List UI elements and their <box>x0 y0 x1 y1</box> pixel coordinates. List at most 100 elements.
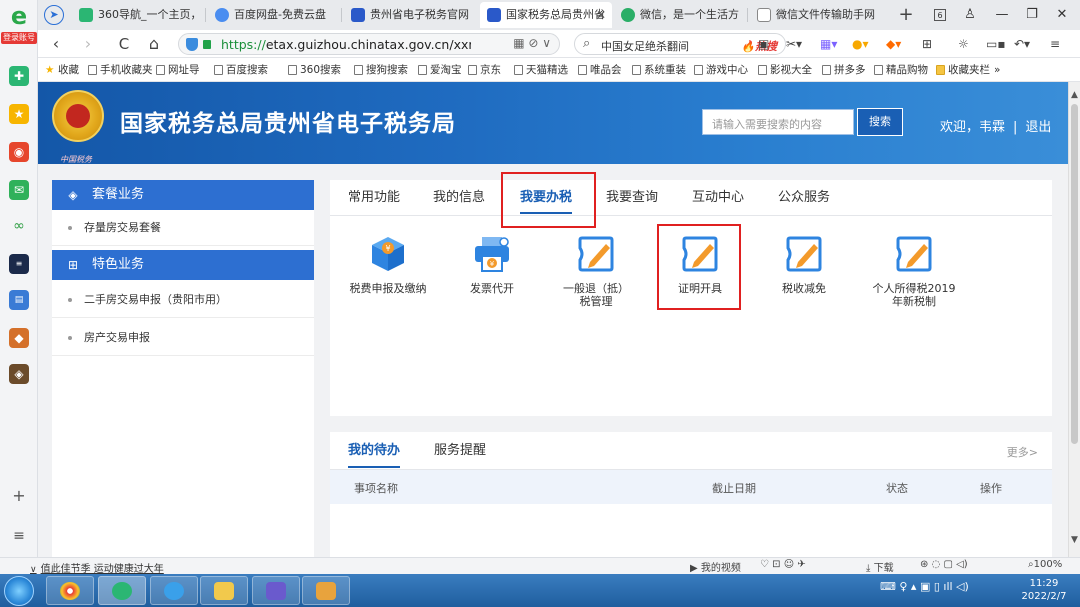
tab-query[interactable]: 我要查询 <box>606 180 658 216</box>
taskbar-ie[interactable] <box>150 576 198 605</box>
site-search-input[interactable]: 请输入需要搜索的内容 <box>702 109 854 135</box>
section-special-business[interactable]: ⊞ 特色业务 <box>52 250 314 280</box>
tab-common-functions[interactable]: 常用功能 <box>348 180 400 216</box>
col-item-name: 事项名称 <box>354 482 398 495</box>
start-button[interactable] <box>4 576 34 606</box>
plus-app-icon[interactable]: ✚ <box>9 66 29 86</box>
left-item-house-transaction[interactable]: 房产交易申报 <box>52 320 314 356</box>
more-link[interactable]: 更多> <box>1007 444 1038 460</box>
translate-icon[interactable]: ▦▾ <box>820 35 837 53</box>
taskbar-paint[interactable] <box>302 576 350 605</box>
back-button[interactable]: ‹ <box>46 34 66 54</box>
add-app-icon[interactable]: + <box>9 486 29 506</box>
status-tool-icons[interactable]: ♡ ⊡ ☺ ✈ <box>760 559 806 570</box>
bookmark-360[interactable]: 360搜索 <box>286 62 341 78</box>
bookmark-favorites[interactable]: ★ 收藏 <box>44 62 79 78</box>
tab-wechat[interactable]: 微信，是一个生活方 <box>614 2 748 28</box>
bookmark-jd[interactable]: 京东 <box>466 62 501 78</box>
coin-icon[interactable]: ●▾ <box>852 35 869 53</box>
func-tax-exemption[interactable]: 税收减免 <box>758 234 850 295</box>
page-scrollbar[interactable]: ▲ ▼ <box>1068 82 1080 557</box>
tray-icons[interactable]: ⌨ ♀ ▴ ▣ ▯ ıll ◁) <box>880 580 969 593</box>
bookmark-folder[interactable]: 收藏夹栏 <box>934 62 990 78</box>
address-tools-icon[interactable]: ▦ ⊘ ∨ <box>513 36 551 50</box>
left-item-secondhand-house[interactable]: 二手房交易申报（贵阳市用） <box>52 282 314 318</box>
link-icon[interactable]: ∞ <box>9 216 29 236</box>
home-button[interactable]: ⌂ <box>144 34 164 54</box>
scissors-icon[interactable]: ✂▾ <box>786 35 802 53</box>
taskbar-360-browser[interactable] <box>98 576 146 605</box>
tab-count-button[interactable]: 6 <box>930 0 950 30</box>
system-clock[interactable]: 11:29 2022/2/7 <box>1012 577 1076 603</box>
zoom-level[interactable]: ⌕100% <box>1028 559 1062 570</box>
func-invoice-issuing[interactable]: ¥ 发票代开 <box>446 234 538 295</box>
left-item-stock-house[interactable]: 存量房交易套餐 <box>52 210 314 246</box>
bookmark-baidu[interactable]: 百度搜索 <box>212 62 268 78</box>
bookmark-shopping[interactable]: 精品购物 <box>872 62 928 78</box>
news-app-icon[interactable]: ≡ <box>9 254 29 274</box>
apps-grid-icon[interactable]: ⊞ <box>922 35 932 53</box>
taskbar-photo-app[interactable] <box>252 576 300 605</box>
bookmark-taobao[interactable]: 爱淘宝 <box>416 62 462 78</box>
news-ticker[interactable]: ∨ 值此佳节季 运动健康过大年 <box>30 560 164 575</box>
tab-baidu-pan[interactable]: 百度网盘-免费云盘 <box>208 2 342 28</box>
tab-interaction[interactable]: 互动中心 <box>692 180 744 216</box>
bookmark-more[interactable]: » <box>994 62 1000 78</box>
address-bar[interactable]: https://etax.guizhou.chinatax.gov.cn/xxm… <box>178 33 560 55</box>
tab-360[interactable]: 360导航_一个主页， <box>72 2 206 28</box>
bookmark-vip[interactable]: 唯品会 <box>576 62 622 78</box>
logout-link[interactable]: 退出 <box>1025 120 1051 135</box>
section-package-business[interactable]: ◈ 套餐业务 <box>52 180 314 210</box>
tab-chinatax-guizhou[interactable]: 国家税务总局贵州省 ✕ <box>480 2 612 28</box>
tab-my-todo[interactable]: 我的待办 <box>348 432 401 468</box>
doc-app-icon[interactable]: ▤ <box>9 290 29 310</box>
menu-icon[interactable]: ≡ <box>9 526 29 546</box>
brightness-icon[interactable]: ☼ <box>958 35 969 53</box>
func-tax-declaration[interactable]: ¥ 税费申报及缴纳 <box>342 234 434 295</box>
tab-public-service[interactable]: 公众服务 <box>778 180 830 216</box>
reader-icon[interactable]: ▣ <box>758 35 769 53</box>
func-refund-management[interactable]: 一般退（抵）税管理 <box>550 234 642 308</box>
restore-button[interactable]: ❐ <box>1020 0 1044 30</box>
login-badge[interactable]: 登录账号 <box>1 32 37 44</box>
star-icon[interactable]: ★ <box>9 104 29 124</box>
taskbar-chrome[interactable] <box>46 576 94 605</box>
taskbar-explorer[interactable] <box>200 576 248 605</box>
close-tab-icon[interactable]: ✕ <box>596 2 606 28</box>
shirt-icon[interactable]: ♙ <box>960 0 980 30</box>
status-tool-icons-2[interactable]: ⊛ ◌ ▢ ◁) <box>920 559 968 570</box>
browser-logo-icon[interactable]: e <box>6 4 32 28</box>
site-search-button[interactable]: 搜索 <box>857 108 903 136</box>
mail-icon[interactable]: ✉ <box>9 180 29 200</box>
game-app-icon[interactable]: ◆ <box>9 328 29 348</box>
func-iit-2019[interactable]: 个人所得税2019年新税制 <box>860 234 968 308</box>
main-tabs: 常用功能 我的信息 我要办税 我要查询 互动中心 公众服务 <box>330 180 1052 216</box>
minimize-button[interactable]: — <box>990 0 1014 30</box>
bookmark-nav[interactable]: 网址导 <box>154 62 200 78</box>
tab-service-reminder[interactable]: 服务提醒 <box>434 432 486 470</box>
tab-wechat-file[interactable]: 微信文件传输助手网 <box>750 2 884 28</box>
bookmark-video[interactable]: 影视大全 <box>756 62 812 78</box>
new-tab-button[interactable]: + <box>896 0 916 30</box>
bookmark-tmall[interactable]: 天猫精选 <box>512 62 568 78</box>
bookmark-pdd[interactable]: 拼多多 <box>820 62 866 78</box>
bookmark-mobile[interactable]: 手机收藏夹 <box>86 62 153 78</box>
bookmark-sogou[interactable]: 搜狗搜索 <box>352 62 408 78</box>
bookmark-games[interactable]: 游戏中心 <box>692 62 748 78</box>
game2-app-icon[interactable]: ◈ <box>9 364 29 384</box>
tab-guizhou-etax[interactable]: 贵州省电子税务官网 <box>344 2 478 28</box>
weibo-icon[interactable]: ◉ <box>9 142 29 162</box>
my-video-button[interactable]: ▶ 我的视频 <box>690 559 741 574</box>
undo-icon[interactable]: ↶▾ <box>1014 35 1030 53</box>
tab-my-info[interactable]: 我的信息 <box>433 180 485 216</box>
download-button[interactable]: ⤓ 下载 <box>866 559 894 574</box>
browser-search[interactable]: ⌕ 中国女足绝杀翻间 🔥热搜 <box>574 33 786 55</box>
game-tool-icon[interactable]: ◆▾ <box>886 35 901 53</box>
bookmark-reinstall[interactable]: 系统重装 <box>630 62 686 78</box>
close-window-button[interactable]: ✕ <box>1050 0 1074 30</box>
forward-button[interactable]: › <box>78 34 98 54</box>
compass-icon[interactable]: ➤ <box>44 5 64 25</box>
browser-menu-icon[interactable]: ≡ <box>1050 35 1060 53</box>
battery-icon[interactable]: ▭▪ <box>986 35 1005 53</box>
refresh-button[interactable]: C <box>114 34 134 54</box>
